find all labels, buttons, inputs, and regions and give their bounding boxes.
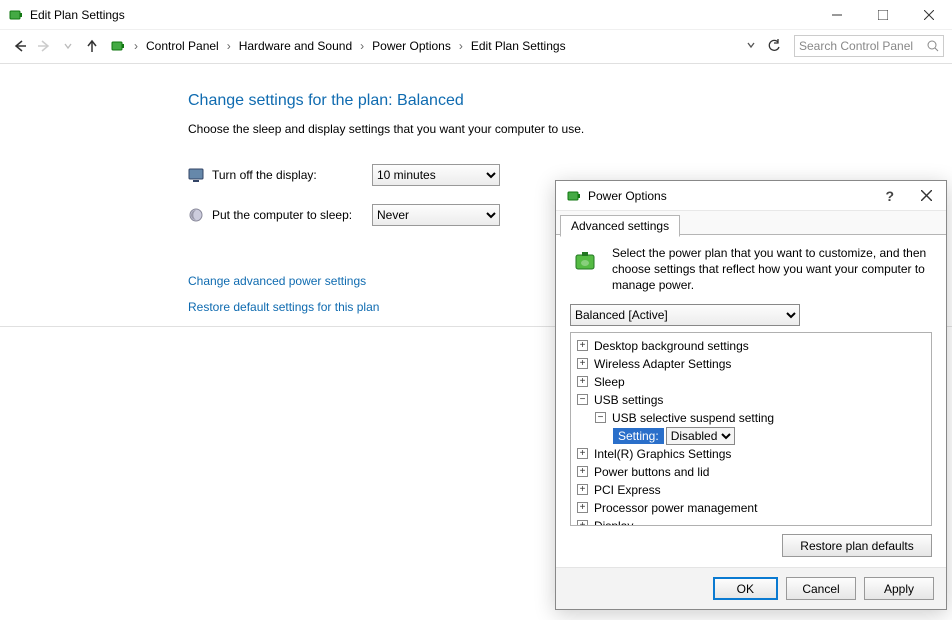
ok-button[interactable]: OK bbox=[713, 577, 778, 600]
dialog-description: Select the power plan that you want to c… bbox=[612, 245, 932, 294]
expand-icon[interactable]: + bbox=[577, 502, 588, 513]
tree-item[interactable]: +Display bbox=[577, 517, 929, 525]
breadcrumb-item[interactable]: Hardware and Sound bbox=[235, 37, 356, 55]
nav-recent-dropdown[interactable] bbox=[58, 36, 78, 56]
tab-advanced-settings[interactable]: Advanced settings bbox=[560, 215, 680, 237]
display-label: Turn off the display: bbox=[212, 168, 372, 182]
page-heading: Change settings for the plan: Balanced bbox=[188, 92, 912, 110]
window-title: Edit Plan Settings bbox=[30, 8, 125, 22]
expand-icon[interactable]: + bbox=[577, 484, 588, 495]
window-titlebar: Edit Plan Settings bbox=[0, 0, 952, 30]
display-select[interactable]: 10 minutes bbox=[372, 164, 500, 186]
display-icon bbox=[188, 167, 204, 183]
expand-icon[interactable]: + bbox=[577, 520, 588, 525]
expand-icon[interactable]: + bbox=[577, 466, 588, 477]
maximize-button[interactable] bbox=[860, 0, 906, 30]
tree-item[interactable]: +Processor power management bbox=[577, 499, 929, 517]
restore-plan-defaults-button[interactable]: Restore plan defaults bbox=[782, 534, 932, 557]
plan-select[interactable]: Balanced [Active] bbox=[570, 304, 800, 326]
collapse-icon[interactable]: − bbox=[577, 394, 588, 405]
power-options-dialog: Power Options ? Advanced settings Select… bbox=[555, 180, 947, 610]
tabstrip: Advanced settings bbox=[556, 211, 946, 235]
minimize-button[interactable] bbox=[814, 0, 860, 30]
chevron-right-icon[interactable]: › bbox=[223, 39, 235, 53]
breadcrumb-item[interactable]: Edit Plan Settings bbox=[467, 37, 570, 55]
nav-up[interactable] bbox=[82, 36, 102, 56]
dialog-footer: OK Cancel Apply bbox=[556, 567, 946, 609]
search-input[interactable]: Search Control Panel bbox=[794, 35, 944, 57]
dialog-body: Select the power plan that you want to c… bbox=[556, 235, 946, 567]
tree-item-usb[interactable]: −USB settings bbox=[577, 391, 929, 409]
setting-label: Setting: bbox=[613, 428, 664, 444]
dialog-titlebar: Power Options ? bbox=[556, 181, 946, 211]
expand-icon[interactable]: + bbox=[577, 358, 588, 369]
page-subtext: Choose the sleep and display settings th… bbox=[188, 122, 912, 136]
tree-scroll[interactable]: +Desktop background settings +Wireless A… bbox=[571, 333, 931, 525]
sleep-label: Put the computer to sleep: bbox=[212, 208, 372, 222]
search-placeholder: Search Control Panel bbox=[799, 39, 927, 53]
moon-icon bbox=[188, 207, 204, 223]
dialog-close-button[interactable] bbox=[912, 182, 940, 210]
help-button[interactable]: ? bbox=[879, 188, 900, 204]
battery-icon bbox=[110, 38, 126, 54]
tree-item-usb-suspend[interactable]: −USB selective suspend setting bbox=[595, 409, 929, 427]
expand-icon[interactable]: + bbox=[577, 340, 588, 351]
tree-item[interactable]: +Sleep bbox=[577, 373, 929, 391]
refresh-button[interactable] bbox=[764, 36, 784, 56]
usb-suspend-select[interactable]: Disabled bbox=[666, 427, 735, 445]
breadcrumb-dropdown[interactable] bbox=[744, 37, 758, 55]
expand-icon[interactable]: + bbox=[577, 376, 588, 387]
settings-tree: +Desktop background settings +Wireless A… bbox=[570, 332, 932, 526]
expand-icon[interactable]: + bbox=[577, 448, 588, 459]
search-icon bbox=[927, 40, 939, 52]
battery-icon bbox=[8, 7, 24, 23]
dialog-title: Power Options bbox=[588, 189, 667, 203]
nav-back[interactable] bbox=[10, 36, 30, 56]
chevron-right-icon[interactable]: › bbox=[356, 39, 368, 53]
breadcrumb-item[interactable]: Control Panel bbox=[142, 37, 223, 55]
breadcrumb-item[interactable]: Power Options bbox=[368, 37, 455, 55]
collapse-icon[interactable]: − bbox=[595, 412, 606, 423]
tree-item[interactable]: +Wireless Adapter Settings bbox=[577, 355, 929, 373]
close-button[interactable] bbox=[906, 0, 952, 30]
nav-forward[interactable] bbox=[34, 36, 54, 56]
tree-item[interactable]: +PCI Express bbox=[577, 481, 929, 499]
breadcrumb: › Control Panel › Hardware and Sound › P… bbox=[130, 37, 744, 55]
tree-item[interactable]: +Power buttons and lid bbox=[577, 463, 929, 481]
nav-row: › Control Panel › Hardware and Sound › P… bbox=[0, 30, 952, 62]
sleep-select[interactable]: Never bbox=[372, 204, 500, 226]
tree-item[interactable]: +Intel(R) Graphics Settings bbox=[577, 445, 929, 463]
tree-item[interactable]: +Desktop background settings bbox=[577, 337, 929, 355]
battery-large-icon bbox=[570, 245, 602, 277]
chevron-right-icon[interactable]: › bbox=[455, 39, 467, 53]
tree-setting-row: Setting: Disabled bbox=[613, 427, 929, 445]
chevron-right-icon[interactable]: › bbox=[130, 39, 142, 53]
apply-button[interactable]: Apply bbox=[864, 577, 934, 600]
cancel-button[interactable]: Cancel bbox=[786, 577, 856, 600]
battery-icon bbox=[566, 188, 582, 204]
